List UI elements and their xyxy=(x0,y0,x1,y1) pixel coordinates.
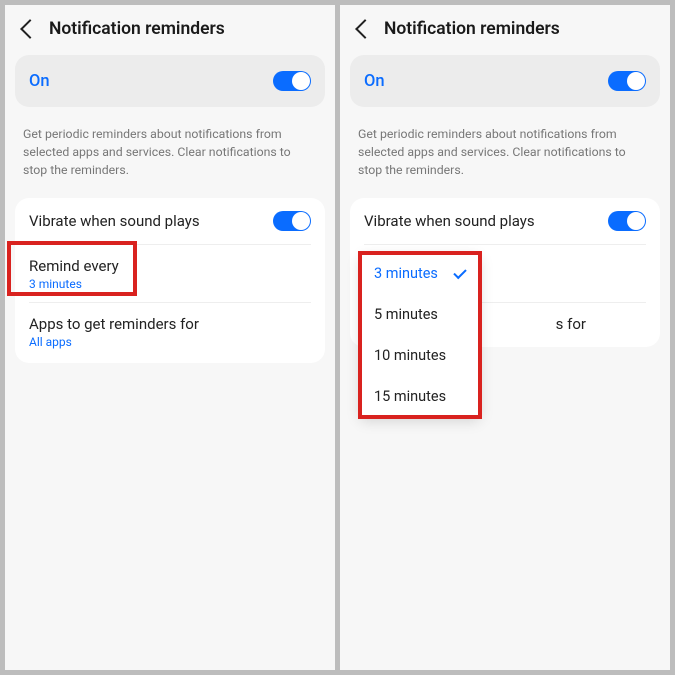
description-text: Get periodic reminders about notificatio… xyxy=(340,107,670,198)
settings-list: Vibrate when sound plays Remind every 3 … xyxy=(350,198,660,347)
back-icon[interactable] xyxy=(20,19,40,39)
dropdown-option-5min[interactable]: 5 minutes xyxy=(360,294,480,335)
master-toggle-card[interactable]: On xyxy=(350,55,660,107)
vibrate-row[interactable]: Vibrate when sound plays xyxy=(15,198,325,244)
app-header: Notification reminders xyxy=(5,5,335,51)
apps-value: All apps xyxy=(29,335,311,349)
dropdown-option-label: 15 minutes xyxy=(374,388,446,405)
page-title: Notification reminders xyxy=(49,19,225,39)
vibrate-row[interactable]: Vibrate when sound plays xyxy=(350,198,660,244)
dropdown-option-label: 10 minutes xyxy=(374,347,446,364)
master-toggle-card[interactable]: On xyxy=(15,55,325,107)
apps-label: Apps to get reminders for xyxy=(29,315,311,333)
vibrate-toggle-switch[interactable] xyxy=(273,211,311,231)
screenshot-left: Notification reminders On Get periodic r… xyxy=(5,5,335,670)
vibrate-label: Vibrate when sound plays xyxy=(364,212,535,230)
master-toggle-label: On xyxy=(364,72,385,91)
remind-every-value: 3 minutes xyxy=(29,277,311,291)
page-title: Notification reminders xyxy=(384,19,560,39)
vibrate-label: Vibrate when sound plays xyxy=(29,212,200,230)
remind-every-label: Remind every xyxy=(29,257,311,275)
remind-every-row[interactable]: Remind every 3 minutes xyxy=(15,245,325,302)
dropdown-option-label: 5 minutes xyxy=(374,306,438,323)
screenshot-right: Notification reminders On Get periodic r… xyxy=(340,5,670,670)
description-text: Get periodic reminders about notificatio… xyxy=(5,107,335,198)
master-toggle-switch[interactable] xyxy=(273,71,311,91)
back-icon[interactable] xyxy=(355,19,375,39)
master-toggle-label: On xyxy=(29,72,50,91)
dropdown-option-label: 3 minutes xyxy=(374,265,438,282)
settings-list: Vibrate when sound plays Remind every 3 … xyxy=(15,198,325,363)
vibrate-toggle-switch[interactable] xyxy=(608,211,646,231)
check-icon xyxy=(453,266,466,279)
dropdown-option-10min[interactable]: 10 minutes xyxy=(360,335,480,376)
dropdown-option-15min[interactable]: 15 minutes xyxy=(360,376,480,417)
master-toggle-switch[interactable] xyxy=(608,71,646,91)
dropdown-option-3min[interactable]: 3 minutes xyxy=(360,253,480,294)
apps-row[interactable]: Apps to get reminders for All apps xyxy=(15,303,325,363)
app-header: Notification reminders xyxy=(340,5,670,51)
remind-interval-dropdown[interactable]: 3 minutes 5 minutes 10 minutes 15 minute… xyxy=(360,253,480,417)
